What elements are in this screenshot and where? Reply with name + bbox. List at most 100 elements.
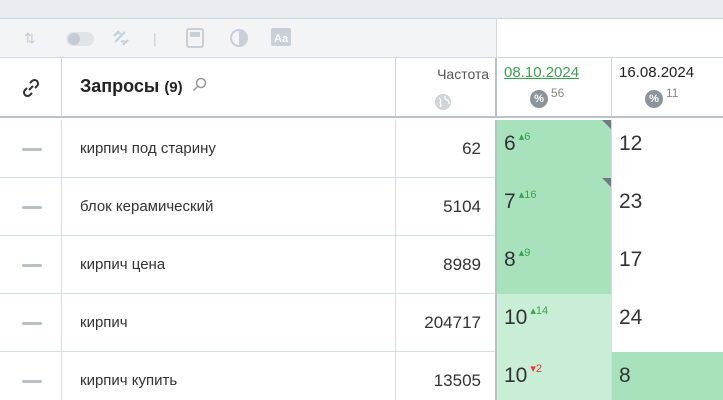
date-column-header-2[interactable]: 16.08.2024 % 11: [612, 58, 723, 118]
position-number: 6: [504, 132, 516, 155]
dash-icon: [22, 264, 42, 267]
frequency-value: 8989: [443, 255, 481, 274]
date-label: 16.08.2024: [619, 64, 695, 81]
position-number: 10: [504, 364, 528, 387]
percent-value: 56: [551, 86, 565, 100]
position-value: 24: [619, 306, 643, 329]
frequency-cell: 8989: [396, 236, 497, 294]
position-delta: 16: [524, 189, 537, 201]
query-cell[interactable]: кирпич купить: [62, 352, 396, 400]
position-value: 17: [619, 248, 643, 271]
row-toggle-cell[interactable]: [0, 178, 62, 236]
text-style-icon[interactable]: Aa: [271, 28, 291, 51]
date-column-header-1[interactable]: 08.10.2024 % 56: [497, 58, 612, 118]
table-row: блок керамический 5104 7 ▴16 23: [0, 178, 723, 236]
position-cell[interactable]: 7 ▴16: [497, 178, 612, 236]
row-toggle-cell[interactable]: [0, 352, 62, 400]
frequency-value: 204717: [424, 313, 481, 332]
query-text: кирпич цена: [80, 256, 166, 273]
position-change: ▴14: [530, 305, 548, 317]
dash-icon: [22, 380, 42, 383]
table-row: кирпич цена 8989 8 ▴9 17: [0, 236, 723, 294]
link-column-header[interactable]: [0, 58, 62, 118]
position-change: ▾2: [530, 363, 542, 375]
position-value: 7 ▴16: [504, 189, 537, 214]
position-value: 8: [619, 364, 631, 387]
position-value: 6 ▴6: [504, 131, 531, 156]
query-cell[interactable]: кирпич цена: [62, 236, 396, 294]
position-number: 7: [504, 190, 516, 213]
frequency-value: 62: [462, 139, 481, 158]
position-cell[interactable]: 12: [612, 120, 723, 178]
globe-icon: [435, 94, 451, 110]
position-number: 10: [504, 306, 528, 329]
table-row: кирпич купить 13505 10 ▾2 8: [0, 352, 723, 400]
note-corner-icon: [602, 120, 611, 129]
link-icon: [21, 78, 41, 103]
percent-value: 11: [666, 86, 679, 100]
position-cell[interactable]: 23: [612, 178, 723, 236]
position-cell[interactable]: 6 ▴6: [497, 120, 612, 178]
position-delta: 14: [535, 305, 549, 317]
svg-text:Aa: Aa: [274, 33, 289, 45]
frequency-value: 5104: [443, 197, 481, 216]
query-text: блок керамический: [80, 198, 214, 215]
position-value: 12: [619, 132, 643, 155]
position-change: ▴6: [519, 131, 531, 143]
query-text: кирпич купить: [80, 372, 178, 389]
position-change: ▴9: [519, 247, 531, 259]
query-text: кирпич под старину: [80, 140, 216, 157]
query-text: кирпич: [80, 314, 128, 331]
position-cell[interactable]: 8 ▴9: [497, 236, 612, 294]
contrast-icon[interactable]: [229, 28, 249, 53]
query-cell[interactable]: кирпич под старину: [62, 120, 396, 178]
position-value: 10 ▾2: [504, 363, 542, 388]
queries-title: Запросы: [80, 76, 160, 96]
percent-icon: %: [530, 90, 548, 108]
toolbar: ⇅ | Aa: [0, 19, 497, 58]
table-row: кирпич 204717 10 ▴14 24: [0, 294, 723, 352]
frequency-value: 13505: [433, 371, 481, 390]
position-cell[interactable]: 17: [612, 236, 723, 294]
dash-icon: [22, 322, 42, 325]
position-cell[interactable]: 10 ▴14: [497, 294, 612, 352]
percent-icon: %: [645, 90, 663, 108]
position-delta: 9: [524, 247, 531, 259]
frequency-column-header[interactable]: Частота: [396, 58, 497, 118]
link-off-icon[interactable]: [111, 28, 131, 53]
frequency-cell: 204717: [396, 294, 497, 352]
position-cell[interactable]: 8: [612, 352, 723, 400]
position-change: ▴16: [519, 189, 537, 201]
position-value: 23: [619, 190, 643, 213]
toolbar-spacer: [497, 19, 723, 58]
sort-icon[interactable]: ⇅: [24, 28, 36, 48]
position-number: 8: [504, 248, 516, 271]
search-icon[interactable]: [192, 77, 207, 96]
row-toggle-cell[interactable]: [0, 294, 62, 352]
calculator-icon[interactable]: [186, 28, 204, 53]
frequency-cell: 13505: [396, 352, 497, 400]
queries-table: ⇅ | Aa Запросы (9) Частота 08.10.2024 % …: [0, 18, 723, 400]
dash-icon: [22, 148, 42, 151]
frequency-label: Частота: [437, 66, 489, 82]
query-cell[interactable]: блок керамический: [62, 178, 396, 236]
queries-column-header[interactable]: Запросы (9): [62, 58, 396, 118]
frequency-cell: 5104: [396, 178, 497, 236]
dash-icon: [22, 206, 42, 209]
divider-icon: |: [153, 30, 157, 46]
position-cell[interactable]: 24: [612, 294, 723, 352]
toggle-icon[interactable]: [66, 31, 94, 52]
position-delta: 6: [524, 131, 531, 143]
position-cell[interactable]: 10 ▾2: [497, 352, 612, 400]
row-toggle-cell[interactable]: [0, 236, 62, 294]
row-toggle-cell[interactable]: [0, 120, 62, 178]
frequency-cell: 62: [396, 120, 497, 178]
position-value: 8 ▴9: [504, 247, 531, 272]
query-cell[interactable]: кирпич: [62, 294, 396, 352]
queries-count: (9): [164, 79, 183, 96]
table-row: кирпич под старину 62 6 ▴6 12: [0, 120, 723, 178]
position-value: 10 ▴14: [504, 305, 548, 330]
note-corner-icon: [602, 178, 611, 187]
date-link[interactable]: 08.10.2024: [504, 64, 579, 81]
position-delta: 2: [535, 363, 543, 375]
